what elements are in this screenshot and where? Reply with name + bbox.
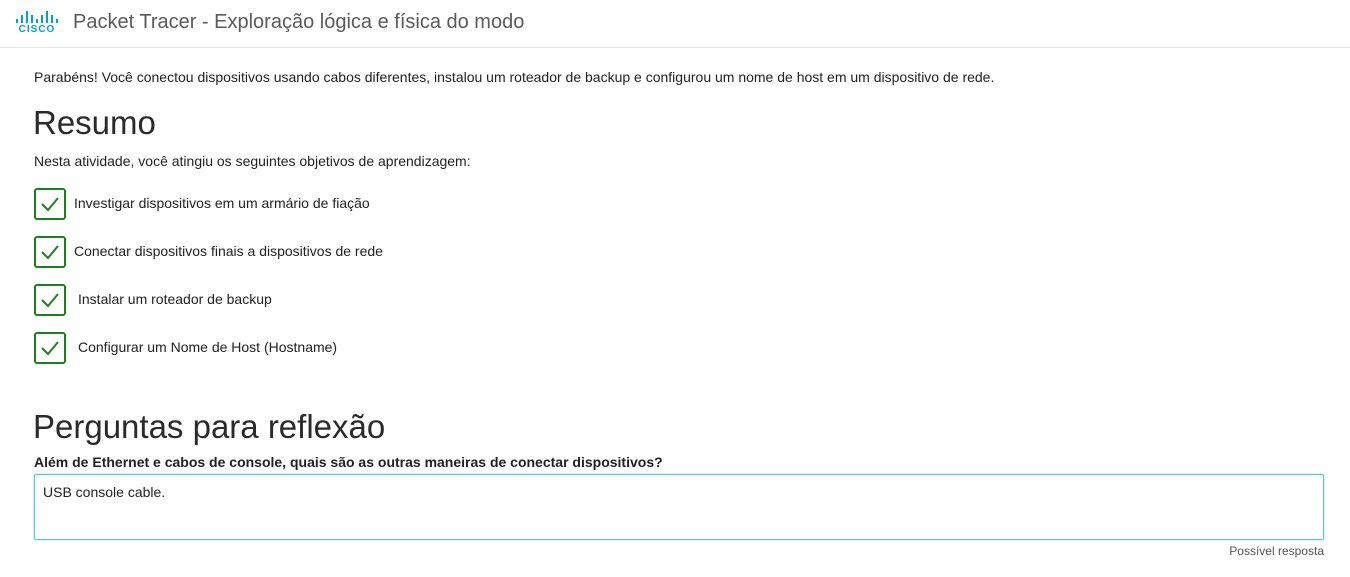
objective-label: Investigar dispositivos em um armário de… <box>74 195 370 211</box>
answer-textarea[interactable]: USB console cable. <box>34 474 1324 540</box>
check-icon <box>41 293 59 308</box>
reflection-heading: Perguntas para reflexão <box>33 408 386 445</box>
check-icon <box>41 197 59 212</box>
objective-label: Configurar um Nome de Host (Hostname) <box>78 339 338 355</box>
header-bar: CISCO Packet Tracer - Exploração lógica … <box>0 0 1350 48</box>
summary-subtitle: Nesta atividade, você atingiu os seguint… <box>34 153 471 169</box>
objective-label: Instalar um roteador de backup <box>78 291 272 307</box>
cisco-bridge-icon <box>16 10 58 23</box>
summary-heading: Resumo <box>33 104 156 141</box>
intro-text: Parabéns! Você conectou dispositivos usa… <box>34 69 995 85</box>
objective-item: Investigar dispositivos em um armário de… <box>34 188 634 220</box>
objective-checkbox <box>34 332 66 364</box>
objective-checkbox <box>34 236 66 268</box>
check-icon <box>41 341 59 356</box>
objective-checkbox <box>34 188 66 220</box>
possible-answer-label: Possível resposta <box>1229 544 1324 558</box>
reflection-question: Além de Ethernet e cabos de console, qua… <box>34 454 663 470</box>
check-icon <box>41 245 59 260</box>
objective-label: Conectar dispositivos finais a dispositi… <box>74 243 383 259</box>
cisco-logo: CISCO <box>16 10 58 36</box>
objective-item: Instalar um roteador de backup <box>34 284 634 316</box>
objective-item: Configurar um Nome de Host (Hostname) <box>34 332 634 364</box>
objective-item: Conectar dispositivos finais a dispositi… <box>34 236 634 268</box>
page-title: Packet Tracer - Exploração lógica e físi… <box>73 11 525 33</box>
cisco-wordmark: CISCO <box>18 24 56 35</box>
objective-checkbox <box>34 284 66 316</box>
